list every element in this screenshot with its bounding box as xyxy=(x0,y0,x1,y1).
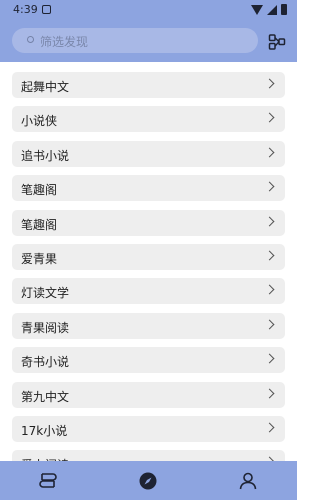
source-list-item[interactable]: 奇书小说 xyxy=(12,347,285,374)
source-list-item[interactable]: 青果阅读 xyxy=(12,312,285,339)
source-list-item[interactable]: 起舞中文 xyxy=(12,72,285,98)
source-label: 第九中文 xyxy=(21,389,70,404)
nav-discover-button[interactable] xyxy=(134,467,162,495)
chevron-right-icon xyxy=(264,250,275,261)
signal-icon xyxy=(267,4,277,15)
chevron-right-icon xyxy=(264,284,275,295)
status-bar: 4:39 xyxy=(0,0,297,20)
chevron-right-icon xyxy=(264,181,275,192)
bottom-navigation xyxy=(0,461,297,500)
chevron-right-icon xyxy=(264,422,275,433)
source-list-item[interactable]: 17k小说 xyxy=(12,415,285,442)
source-list-item[interactable]: 爱青果 xyxy=(12,243,285,270)
source-label: 爱青果 xyxy=(21,251,58,266)
source-list: 起舞中文 小说侠 追书小说 笔趣阁 笔趣阁 爱青果 灯读文学 青果阅读 奇书小说 第九中文 17k小… xyxy=(12,72,285,485)
source-list-item[interactable]: 灯读文学 xyxy=(12,278,285,305)
chevron-right-icon xyxy=(264,216,275,227)
source-group-icon[interactable] xyxy=(268,33,286,51)
chevron-right-icon xyxy=(264,147,275,158)
source-list-item[interactable]: 笔趣阁 xyxy=(12,209,285,236)
system-icons xyxy=(251,4,287,15)
top-bar: 筛选发现 xyxy=(0,20,297,62)
search-icon xyxy=(27,36,34,43)
source-label: 青果阅读 xyxy=(21,320,70,335)
source-list-item[interactable]: 笔趣阁 xyxy=(12,175,285,202)
source-label: 笔趣阁 xyxy=(21,183,58,198)
source-label: 小说侠 xyxy=(21,114,58,129)
wifi-icon xyxy=(251,4,263,15)
compass-icon xyxy=(139,472,157,490)
notification-icon xyxy=(42,5,51,14)
nav-profile-button[interactable] xyxy=(234,467,262,495)
battery-icon xyxy=(281,4,287,15)
source-list-item[interactable]: 第九中文 xyxy=(12,381,285,408)
nav-bookshelf-button[interactable] xyxy=(34,467,62,495)
source-label: 笔趣阁 xyxy=(21,217,58,232)
chevron-right-icon xyxy=(264,353,275,364)
source-label: 灯读文学 xyxy=(21,286,70,301)
chevron-right-icon xyxy=(264,388,275,398)
search-input[interactable]: 筛选发现 xyxy=(12,28,258,53)
source-label: 奇书小说 xyxy=(21,355,70,370)
source-label: 追书小说 xyxy=(21,148,70,163)
source-label: 起舞中文 xyxy=(21,80,70,94)
chevron-right-icon xyxy=(264,78,275,89)
source-list-item[interactable]: 追书小说 xyxy=(12,140,285,167)
source-label: 17k小说 xyxy=(21,423,68,438)
chevron-right-icon xyxy=(264,319,275,330)
bookshelf-icon xyxy=(39,473,57,488)
status-time: 4:39 xyxy=(13,3,38,16)
search-placeholder: 筛选发现 xyxy=(40,35,89,49)
chevron-right-icon xyxy=(264,112,275,123)
person-icon xyxy=(239,472,257,490)
source-list-item[interactable]: 小说侠 xyxy=(12,106,285,133)
